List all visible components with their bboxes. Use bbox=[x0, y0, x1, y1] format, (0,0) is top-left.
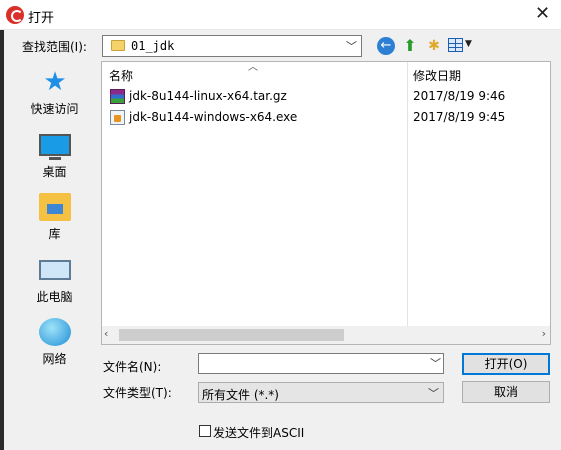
column-header-name[interactable]: 名称 bbox=[109, 67, 133, 84]
horizontal-scrollbar[interactable]: ‹ › bbox=[102, 326, 550, 344]
file-row[interactable]: jdk-8u144-windows-x64.exe 2017/8/19 9:45 bbox=[102, 107, 550, 128]
look-in-label: 查找范围(I): bbox=[22, 40, 87, 54]
place-quick-access[interactable]: ★ 快速访问 bbox=[11, 63, 98, 125]
background-window-edge bbox=[0, 30, 4, 450]
file-date: 2017/8/19 9:45 bbox=[413, 110, 506, 124]
chevron-down-icon[interactable]: ﹀ bbox=[430, 355, 441, 371]
scroll-left-icon[interactable]: ‹ bbox=[104, 327, 108, 340]
view-menu-icon bbox=[448, 38, 463, 52]
scroll-right-icon[interactable]: › bbox=[542, 327, 546, 340]
desktop-icon bbox=[39, 134, 71, 156]
title-bar[interactable]: 打开 ✕ bbox=[0, 0, 561, 30]
window-title: 打开 bbox=[28, 11, 55, 26]
network-icon bbox=[39, 318, 71, 346]
place-label: 库 bbox=[48, 227, 61, 241]
scrollbar-thumb[interactable] bbox=[119, 329, 344, 341]
filetype-dropdown[interactable]: 所有文件 (*.*) ﹀ bbox=[198, 382, 444, 403]
place-this-pc[interactable]: 此电脑 bbox=[11, 251, 98, 313]
close-button[interactable]: ✕ bbox=[524, 0, 561, 30]
file-date: 2017/8/19 9:46 bbox=[413, 89, 506, 103]
cancel-button[interactable]: 取消 bbox=[462, 381, 550, 403]
file-name: jdk-8u144-linux-x64.tar.gz bbox=[129, 89, 287, 103]
quick-access-star-icon: ★ bbox=[43, 67, 67, 97]
ascii-checkbox-label[interactable]: 发送文件到ASCII bbox=[213, 424, 304, 441]
sort-caret-icon: ︿ bbox=[248, 62, 258, 73]
chevron-down-icon[interactable]: ﹀ bbox=[346, 38, 357, 54]
place-library[interactable]: 库 bbox=[11, 188, 98, 250]
filetype-label: 文件类型(T): bbox=[103, 386, 172, 400]
this-pc-icon bbox=[39, 260, 71, 280]
filename-input[interactable] bbox=[198, 353, 444, 374]
new-folder-button[interactable]: ✱ bbox=[424, 36, 444, 56]
places-bar: ★ 快速访问 桌面 库 此电脑 网络 bbox=[11, 61, 98, 374]
place-network[interactable]: 网络 bbox=[11, 313, 98, 375]
caret-down-icon: ▼ bbox=[465, 39, 472, 49]
place-desktop[interactable]: 桌面 bbox=[11, 126, 98, 188]
folder-icon bbox=[111, 40, 125, 51]
file-name: jdk-8u144-windows-x64.exe bbox=[129, 110, 298, 124]
file-row[interactable]: jdk-8u144-linux-x64.tar.gz 2017/8/19 9:4… bbox=[102, 86, 550, 107]
place-label: 快速访问 bbox=[30, 102, 79, 116]
view-menu-button[interactable]: ▼ bbox=[448, 37, 474, 55]
desktop-stand bbox=[49, 157, 61, 160]
filename-label: 文件名(N): bbox=[103, 360, 162, 374]
column-header-date[interactable]: 修改日期 bbox=[413, 67, 461, 84]
filetype-value: 所有文件 (*.*) bbox=[202, 388, 279, 402]
back-button[interactable]: ← bbox=[377, 37, 395, 55]
exe-icon bbox=[110, 110, 125, 125]
place-label: 此电脑 bbox=[36, 290, 73, 304]
open-button[interactable]: 打开(O) bbox=[462, 353, 550, 375]
file-list[interactable]: ︿ 名称 修改日期 jdk-8u144-linux-x64.tar.gz 201… bbox=[101, 61, 551, 345]
up-folder-button[interactable]: ⬆ bbox=[400, 36, 420, 56]
place-label: 网络 bbox=[42, 352, 67, 366]
look-in-dropdown[interactable]: 01_jdk ﹀ bbox=[102, 35, 362, 57]
ascii-checkbox[interactable] bbox=[199, 425, 211, 437]
chevron-down-icon[interactable]: ﹀ bbox=[428, 385, 439, 401]
app-logo-icon bbox=[6, 6, 24, 24]
place-label: 桌面 bbox=[42, 165, 67, 179]
look-in-value: 01_jdk bbox=[131, 39, 175, 53]
library-icon-detail bbox=[47, 204, 63, 214]
archive-icon bbox=[110, 89, 125, 104]
